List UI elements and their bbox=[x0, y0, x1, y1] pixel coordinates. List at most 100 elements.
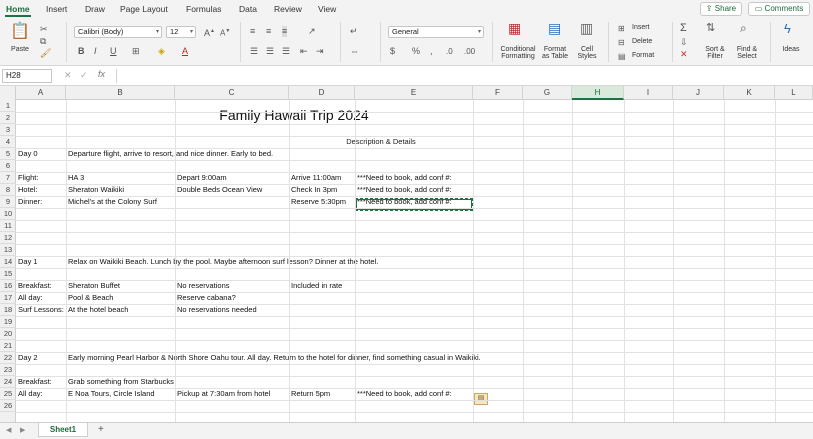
row-header-11[interactable]: 11 bbox=[0, 220, 16, 232]
cell-a22[interactable]: Day 2 bbox=[18, 352, 38, 364]
format-cells-icon[interactable]: ▤ bbox=[618, 51, 626, 62]
row-header-7[interactable]: 7 bbox=[0, 172, 16, 184]
row-header-19[interactable]: 19 bbox=[0, 316, 16, 328]
row-header-16[interactable]: 16 bbox=[0, 280, 16, 292]
align-center-icon[interactable]: ☰ bbox=[266, 46, 274, 57]
cell-b14[interactable]: Relax on Waikiki Beach. Lunch by the poo… bbox=[68, 256, 378, 268]
increase-font-icon[interactable]: A▲ bbox=[204, 26, 215, 39]
cell-e8[interactable]: ***Need to book, add conf #: bbox=[357, 184, 452, 196]
cell-c17[interactable]: Reserve cabana? bbox=[177, 292, 236, 304]
cell-b22[interactable]: Early morning Pearl Harbor & North Shore… bbox=[68, 352, 481, 364]
font-color-icon[interactable]: A bbox=[182, 46, 188, 57]
column-header-c[interactable]: C bbox=[175, 86, 289, 100]
row-header-1[interactable]: 1 bbox=[0, 100, 16, 112]
italic-icon[interactable]: I bbox=[94, 46, 97, 57]
cell-e25[interactable]: ***Need to book, add conf #: bbox=[357, 388, 452, 400]
cell-c8[interactable]: Double Beds Ocean View bbox=[177, 184, 262, 196]
cancel-icon[interactable]: ✕ bbox=[64, 70, 72, 81]
cell-c18[interactable]: No reservations needed bbox=[177, 304, 257, 316]
cell-e7[interactable]: ***Need to book, add conf #: bbox=[357, 172, 452, 184]
cell-c16[interactable]: No reservations bbox=[177, 280, 230, 292]
font-size-select[interactable]: 12 ▾ bbox=[166, 26, 196, 38]
paste-icon[interactable]: 📋 bbox=[10, 24, 30, 40]
spreadsheet-grid[interactable]: ABCDEFGHIJKL 1 2 3 4 5 6 7 8 9 10 11 12 13 14 15 16 17 18… bbox=[0, 86, 813, 422]
cell-a16[interactable]: Breakfast: bbox=[18, 280, 52, 292]
cell-b25[interactable]: E Noa Tours, Circle Island bbox=[68, 388, 155, 400]
column-header-f[interactable]: F bbox=[473, 86, 523, 100]
cell-d7[interactable]: Arrive 11:00am bbox=[291, 172, 341, 184]
number-format-select[interactable]: General ▾ bbox=[388, 26, 484, 38]
row-header-9[interactable]: 9 bbox=[0, 196, 16, 208]
increase-indent-icon[interactable]: ⇥ bbox=[316, 46, 324, 57]
share-button[interactable]: ⇪ Share bbox=[700, 2, 742, 16]
description-header[interactable]: Description & Details bbox=[290, 136, 472, 148]
row-header-24[interactable]: 24 bbox=[0, 376, 16, 388]
cell-a14[interactable]: Day 1 bbox=[18, 256, 38, 268]
formula-input[interactable] bbox=[116, 69, 806, 83]
column-header-k[interactable]: K bbox=[724, 86, 775, 100]
cell-a24[interactable]: Breakfast: bbox=[18, 376, 52, 388]
align-top-icon[interactable]: ≡ bbox=[250, 26, 255, 37]
merge-center-icon[interactable]: ⇔ bbox=[350, 46, 359, 57]
column-header-l[interactable]: L bbox=[775, 86, 813, 100]
sort-filter-icon[interactable]: ⇅ bbox=[706, 23, 715, 34]
cell-a8[interactable]: Hotel: bbox=[18, 184, 38, 196]
borders-icon[interactable]: ⊞ bbox=[132, 46, 140, 57]
row-header-14[interactable]: 14 bbox=[0, 256, 16, 268]
column-header-j[interactable]: J bbox=[673, 86, 724, 100]
cell-b8[interactable]: Sheraton Waikiki bbox=[68, 184, 124, 196]
orientation-icon[interactable]: ↗ bbox=[308, 26, 316, 37]
cell-d8[interactable]: Check In 3pm bbox=[291, 184, 337, 196]
row-header-17[interactable]: 17 bbox=[0, 292, 16, 304]
name-box[interactable]: H28 bbox=[2, 69, 52, 83]
align-left-icon[interactable]: ☰ bbox=[250, 46, 258, 57]
cell-c25[interactable]: Pickup at 7:30am from hotel bbox=[177, 388, 270, 400]
format-as-table-icon[interactable]: ▤ bbox=[548, 21, 561, 35]
cell-c7[interactable]: Depart 9:00am bbox=[177, 172, 227, 184]
font-name-select[interactable]: Calibri (Body) ▾ bbox=[74, 26, 162, 38]
cell-a17[interactable]: All day: bbox=[18, 292, 43, 304]
delete-button[interactable]: Delete bbox=[632, 38, 652, 45]
tab-home[interactable]: Home bbox=[6, 4, 30, 14]
row-header-23[interactable]: 23 bbox=[0, 364, 16, 376]
lightbulb-icon[interactable]: ϟ bbox=[784, 22, 791, 35]
cell-d16[interactable]: Included in rate bbox=[291, 280, 342, 292]
format-painter-icon[interactable]: 🖌 bbox=[40, 48, 51, 59]
row-header-25[interactable]: 25 bbox=[0, 388, 16, 400]
cell-a5[interactable]: Day 0 bbox=[18, 148, 38, 160]
sheet-tab-sheet1[interactable]: Sheet1 bbox=[38, 423, 88, 437]
column-header-d[interactable]: D bbox=[289, 86, 355, 100]
bold-icon[interactable]: B bbox=[78, 46, 85, 57]
cell-a7[interactable]: Flight: bbox=[18, 172, 38, 184]
cell-b9[interactable]: Michel's at the Colony Surf bbox=[68, 196, 157, 208]
row-header-2[interactable]: 2 bbox=[0, 112, 16, 124]
decrease-indent-icon[interactable]: ⇤ bbox=[300, 46, 308, 57]
row-header-5[interactable]: 5 bbox=[0, 148, 16, 160]
increase-decimal-icon[interactable]: .0 bbox=[446, 46, 453, 57]
cut-icon[interactable]: ✂ bbox=[40, 24, 48, 35]
tab-data[interactable]: Data bbox=[239, 4, 257, 14]
cell-b7[interactable]: HA 3 bbox=[68, 172, 84, 184]
autosum-icon[interactable]: Σ bbox=[680, 23, 687, 34]
underline-icon[interactable]: U bbox=[110, 46, 117, 57]
decrease-font-icon[interactable]: A▼ bbox=[220, 26, 230, 39]
format-button[interactable]: Format bbox=[632, 52, 654, 59]
function-icon[interactable]: fx bbox=[98, 69, 105, 79]
cell-styles-icon[interactable]: ▥ bbox=[580, 21, 593, 35]
clear-icon[interactable]: ✕ bbox=[680, 49, 688, 60]
cell-b5[interactable]: Departure flight, arrive to resort, and … bbox=[68, 148, 273, 160]
tab-view[interactable]: View bbox=[318, 4, 336, 14]
row-header-15[interactable]: 15 bbox=[0, 268, 16, 280]
comma-style-icon[interactable]: , bbox=[430, 46, 433, 57]
comments-button[interactable]: ▭ Comments bbox=[748, 2, 810, 16]
cell-a9[interactable]: Dinner: bbox=[18, 196, 42, 208]
column-header-g[interactable]: G bbox=[523, 86, 572, 100]
row-header-12[interactable]: 12 bbox=[0, 232, 16, 244]
delete-cells-icon[interactable]: ⊟ bbox=[618, 37, 625, 48]
insert-button[interactable]: Insert bbox=[632, 24, 650, 31]
decrease-decimal-icon[interactable]: .00 bbox=[464, 46, 475, 57]
conditional-formatting-icon[interactable]: ▦ bbox=[508, 21, 521, 35]
cell-d9[interactable]: Reserve 5:30pm bbox=[291, 196, 346, 208]
column-header-i[interactable]: I bbox=[624, 86, 673, 100]
wrap-text-icon[interactable]: ↵ bbox=[350, 26, 358, 37]
